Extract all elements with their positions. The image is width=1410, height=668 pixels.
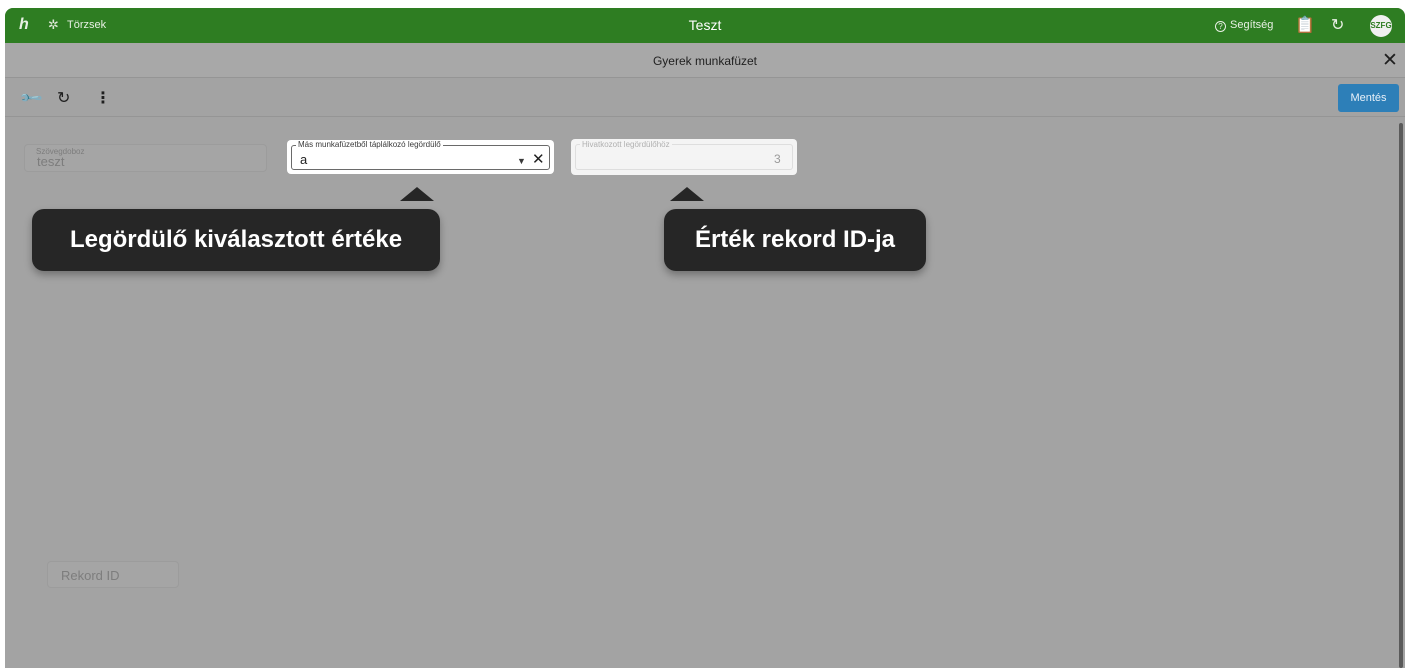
reference-value: 3 <box>774 152 781 166</box>
dropdown-arrow-icon[interactable]: ▼ <box>517 156 526 166</box>
dialog-title: Gyerek munkafüzet <box>652 54 758 68</box>
app-title: Teszt <box>688 17 722 33</box>
dropdown-field[interactable]: Más munkafüzetből táplálkozó legördülő a… <box>287 140 554 174</box>
save-button[interactable]: Mentés <box>1338 84 1399 112</box>
dropdown-label: Más munkafüzetből táplálkozó legördülő <box>296 140 443 149</box>
scrollbar[interactable] <box>1399 123 1403 668</box>
textbox-value: teszt <box>37 154 65 169</box>
close-icon[interactable]: ✕ <box>1382 49 1398 72</box>
callout-right-pointer <box>670 187 704 201</box>
app-logo[interactable]: h <box>19 16 29 34</box>
reload-icon[interactable]: ↻ <box>57 88 70 108</box>
textbox-field[interactable]: Szövegdoboz teszt <box>24 144 267 172</box>
callout-left: Legördülő kiválasztott értéke <box>32 209 440 271</box>
help-link[interactable]: ? Segítség <box>1215 19 1273 32</box>
app-window: h ✲ Törzsek Teszt ? Segítség 📋 ↻ SZFG Gye… <box>5 8 1405 668</box>
dialog-header: Gyerek munkafüzet ✕ <box>5 43 1405 78</box>
more-vertical-icon[interactable]: ⋮ <box>95 88 111 108</box>
rekord-id-field[interactable]: Rekord ID <box>47 561 179 588</box>
toolbar: 🔧 ↻ ⋮ Mentés <box>5 79 1405 117</box>
clipboard-search-icon[interactable]: 📋 <box>1295 15 1315 35</box>
wrench-icon[interactable]: 🔧 <box>18 85 44 111</box>
rekord-id-placeholder: Rekord ID <box>61 568 120 583</box>
help-icon: ? <box>1215 21 1226 32</box>
help-label: Segítség <box>1230 19 1274 31</box>
reference-field: Hivatkozott legördülőhöz 3 <box>571 139 797 175</box>
callout-right: Érték rekord ID-ja <box>664 209 926 271</box>
callout-left-pointer <box>400 187 434 201</box>
grid-icon: ✲ <box>48 17 59 32</box>
breadcrumb-torzsek[interactable]: Törzsek <box>67 19 106 31</box>
dropdown-value: a <box>300 152 308 167</box>
app-bar: h ✲ Törzsek Teszt ? Segítség 📋 ↻ SZFG <box>5 8 1405 43</box>
clear-icon[interactable]: ✕ <box>532 150 545 168</box>
avatar[interactable]: SZFG <box>1370 15 1392 37</box>
reference-label: Hivatkozott legördülőhöz <box>580 140 672 149</box>
refresh-icon[interactable]: ↻ <box>1331 15 1344 35</box>
